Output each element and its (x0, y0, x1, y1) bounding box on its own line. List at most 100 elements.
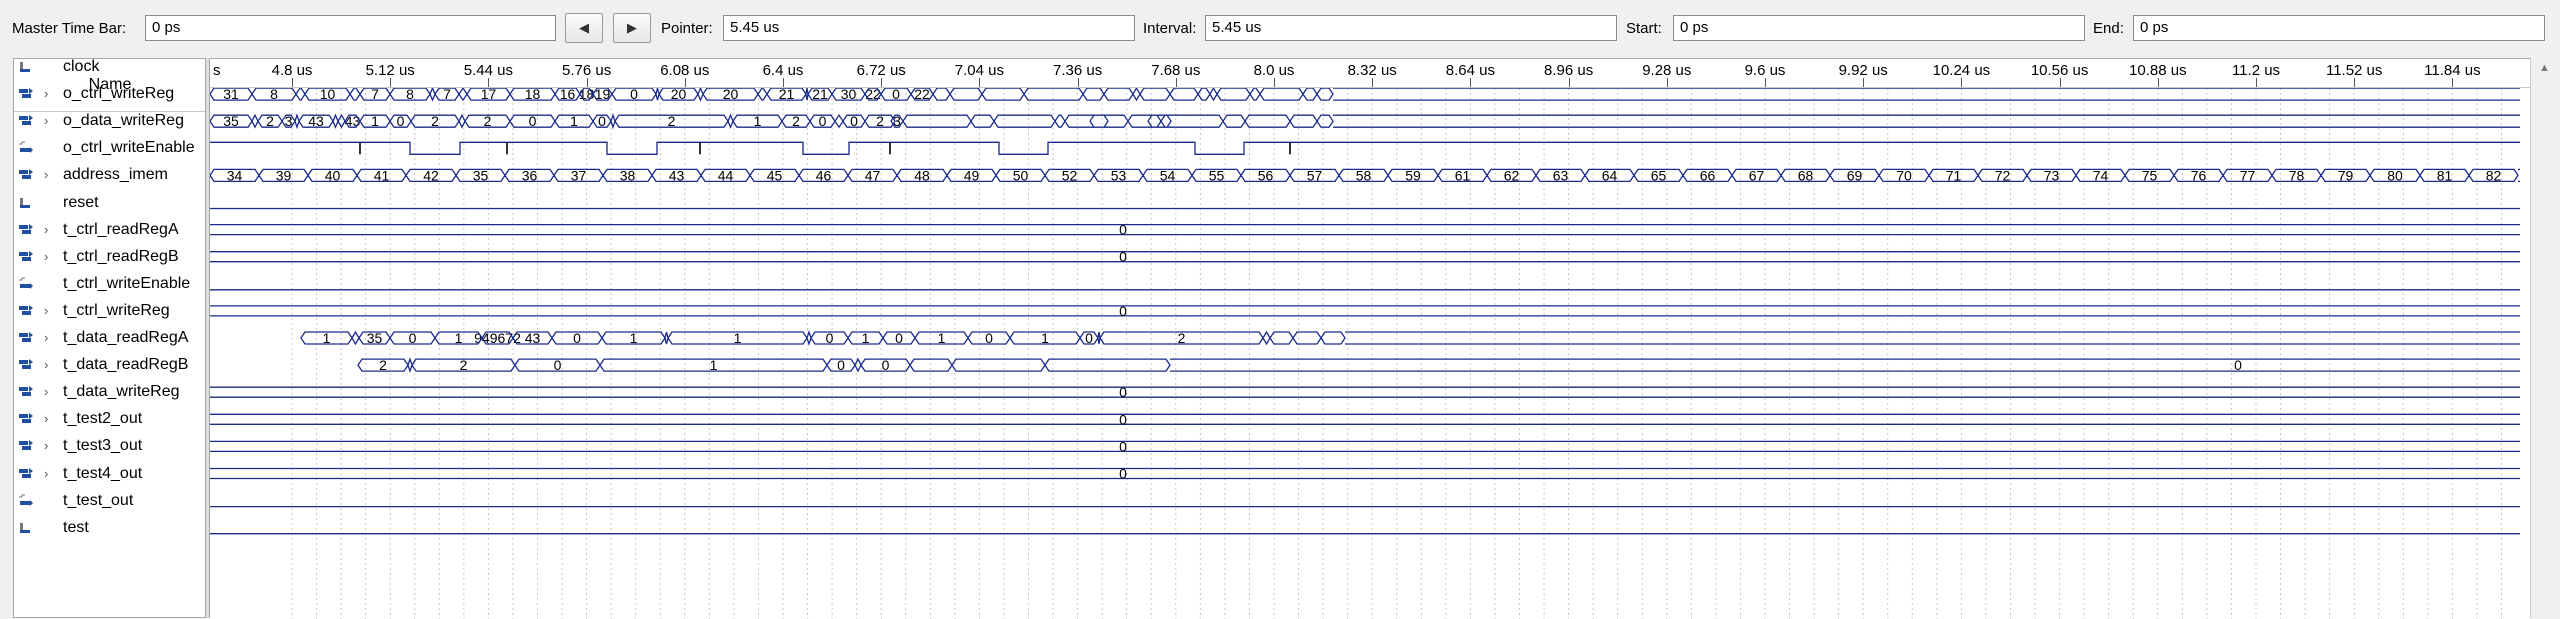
tick-mark (2354, 78, 2356, 87)
tick-label: 8.64 us (1445, 62, 1495, 79)
signal-row-t_test3_out[interactable]: › t_test3_out (14, 433, 206, 459)
output-bus-icon (18, 467, 34, 481)
expand-chevron-icon[interactable]: › (44, 85, 48, 103)
scroll-up-icon[interactable]: ▲ (2539, 62, 2550, 74)
input-bus-icon (18, 168, 34, 182)
signal-row-t_ctrl_writeEnable[interactable]: t_ctrl_writeEnable (14, 271, 206, 297)
signal-name: t_test4_out (63, 464, 143, 482)
expand-chevron-icon[interactable]: › (44, 437, 48, 455)
tick-mark (1077, 78, 1079, 87)
tick-label: 5.76 us (561, 62, 612, 79)
start-label: Start: (1626, 20, 1662, 37)
tick-label: 5.44 us (463, 62, 513, 79)
bus-value: 0 (1119, 249, 1127, 265)
start-field[interactable]: 0 ps (1673, 15, 2085, 41)
signal-row-o_ctrl_writeReg[interactable]: › o_ctrl_writeReg (14, 81, 206, 107)
tick-label: 5.12 us (365, 62, 415, 79)
signal-row-t_data_writeReg[interactable]: › t_data_writeReg (14, 379, 206, 405)
tick-mark (390, 78, 392, 87)
signal-names-panel: Name clock › o_ctrl_writeReg › o_data_writeR… (13, 58, 206, 618)
tick-label: 11.52 us (2325, 62, 2383, 79)
pointer-label: Pointer: (661, 20, 713, 37)
signal-name: t_ctrl_writeReg (63, 301, 170, 319)
waveform-canvas[interactable]: 31 8 10 7 8 7 17 18 16 18 19 0 20 20 21 21 30 22 0 2235 2 3 43… (210, 88, 2530, 619)
signal-row-t_data_readRegA[interactable]: › t_data_readRegA (14, 325, 206, 351)
bus-value: 0 (1119, 411, 1127, 427)
signal-name: o_ctrl_writeEnable (63, 139, 195, 157)
input-pin-icon (18, 521, 34, 535)
tick-mark (1863, 78, 1865, 87)
vertical-scrollbar[interactable]: ▲ (2530, 58, 2560, 618)
prev-transition-button[interactable]: ◀ (565, 13, 603, 43)
tick-label: 9.28 us (1642, 62, 1692, 79)
tick-mark (292, 78, 293, 87)
signal-row-address_imem[interactable]: › address_imem (14, 162, 206, 188)
tick-label: 6.4 us (762, 62, 804, 79)
master-time-bar-field[interactable]: 0 ps (145, 15, 556, 41)
expand-chevron-icon[interactable]: › (44, 356, 48, 374)
tick-label: 8.32 us (1347, 62, 1397, 79)
waveform-panel[interactable]: s 4.8 us 5.12 us 5.44 us 5.76 us 6.08 us 6.4 u… (210, 58, 2530, 619)
tick-mark (783, 78, 784, 87)
output-bus-icon (18, 304, 34, 318)
signal-name: t_test2_out (63, 410, 143, 428)
interval-field[interactable]: 5.45 us (1205, 15, 1617, 41)
master-time-bar-label: Master Time Bar: (12, 20, 127, 37)
tick-mark (1961, 78, 1963, 87)
tick-mark (2452, 78, 2454, 87)
output-pin-icon (18, 277, 34, 291)
tick-mark (2256, 78, 2257, 87)
end-field[interactable]: 0 ps (2133, 15, 2545, 41)
tick-label: 4.8 us (271, 62, 313, 79)
signal-row-t_test2_out[interactable]: › t_test2_out (14, 406, 206, 432)
output-bus-icon (18, 358, 34, 372)
signal-name: t_data_writeReg (63, 383, 180, 401)
signal-name: t_test3_out (63, 437, 143, 455)
expand-chevron-icon[interactable]: › (44, 410, 48, 428)
bus-value: 0 (1119, 466, 1127, 482)
signal-row-t_test4_out[interactable]: › t_test4_out (14, 461, 206, 487)
output-bus-icon (18, 385, 34, 399)
tick-label: 6.08 us (660, 62, 710, 79)
expand-chevron-icon[interactable]: › (44, 248, 48, 266)
expand-chevron-icon[interactable]: › (44, 302, 48, 320)
signal-row-clock[interactable]: clock (14, 54, 206, 80)
tick-mark (1568, 78, 1570, 87)
tick-mark (979, 78, 981, 87)
signal-row-test[interactable]: test (14, 515, 206, 541)
tick-label: 7.68 us (1151, 62, 1201, 79)
expand-chevron-icon[interactable]: › (44, 329, 48, 347)
tick-mark (1274, 78, 1275, 87)
signal-row-t_ctrl_writeReg[interactable]: › t_ctrl_writeReg (14, 298, 206, 324)
signal-row-t_data_readRegB[interactable]: › t_data_readRegB (14, 352, 206, 378)
expand-chevron-icon[interactable]: › (44, 112, 48, 130)
tick-mark (1470, 78, 1472, 87)
bus-value: 0 (1119, 384, 1127, 400)
output-pin-icon (18, 141, 34, 155)
output-bus-icon (18, 412, 34, 426)
tick-label: s (213, 62, 221, 79)
signal-name: address_imem (63, 166, 168, 184)
bus-value: 0 (1119, 303, 1127, 319)
next-transition-button[interactable]: ▶ (613, 13, 651, 43)
tick-label: 9.92 us (1838, 62, 1888, 79)
tick-mark (881, 78, 883, 87)
expand-chevron-icon[interactable]: › (44, 383, 48, 401)
signal-row-t_ctrl_readRegA[interactable]: › t_ctrl_readRegA (14, 217, 206, 243)
input-pin-icon (18, 196, 34, 210)
expand-chevron-icon[interactable]: › (44, 465, 48, 483)
expand-chevron-icon[interactable]: › (44, 166, 48, 184)
time-ruler[interactable]: s 4.8 us 5.12 us 5.44 us 5.76 us 6.08 us 6.4 u… (210, 59, 2530, 88)
signal-row-o_data_writeReg[interactable]: › o_data_writeReg (14, 108, 206, 134)
signal-row-t_test_out[interactable]: t_test_out (14, 488, 206, 514)
pointer-field[interactable]: 5.45 us (723, 15, 1135, 41)
bus-value: 0 (2234, 357, 2242, 373)
tick-label: 10.24 us (1932, 62, 1991, 79)
bus-wave (357, 357, 1171, 374)
signal-row-reset[interactable]: reset (14, 190, 206, 216)
tick-mark (1372, 78, 1374, 87)
signal-row-o_ctrl_writeEnable[interactable]: o_ctrl_writeEnable (14, 135, 206, 161)
signal-row-t_ctrl_readRegB[interactable]: › t_ctrl_readRegB (14, 244, 206, 270)
expand-chevron-icon[interactable]: › (44, 221, 48, 239)
arrow-left-icon: ◀ (579, 20, 589, 35)
